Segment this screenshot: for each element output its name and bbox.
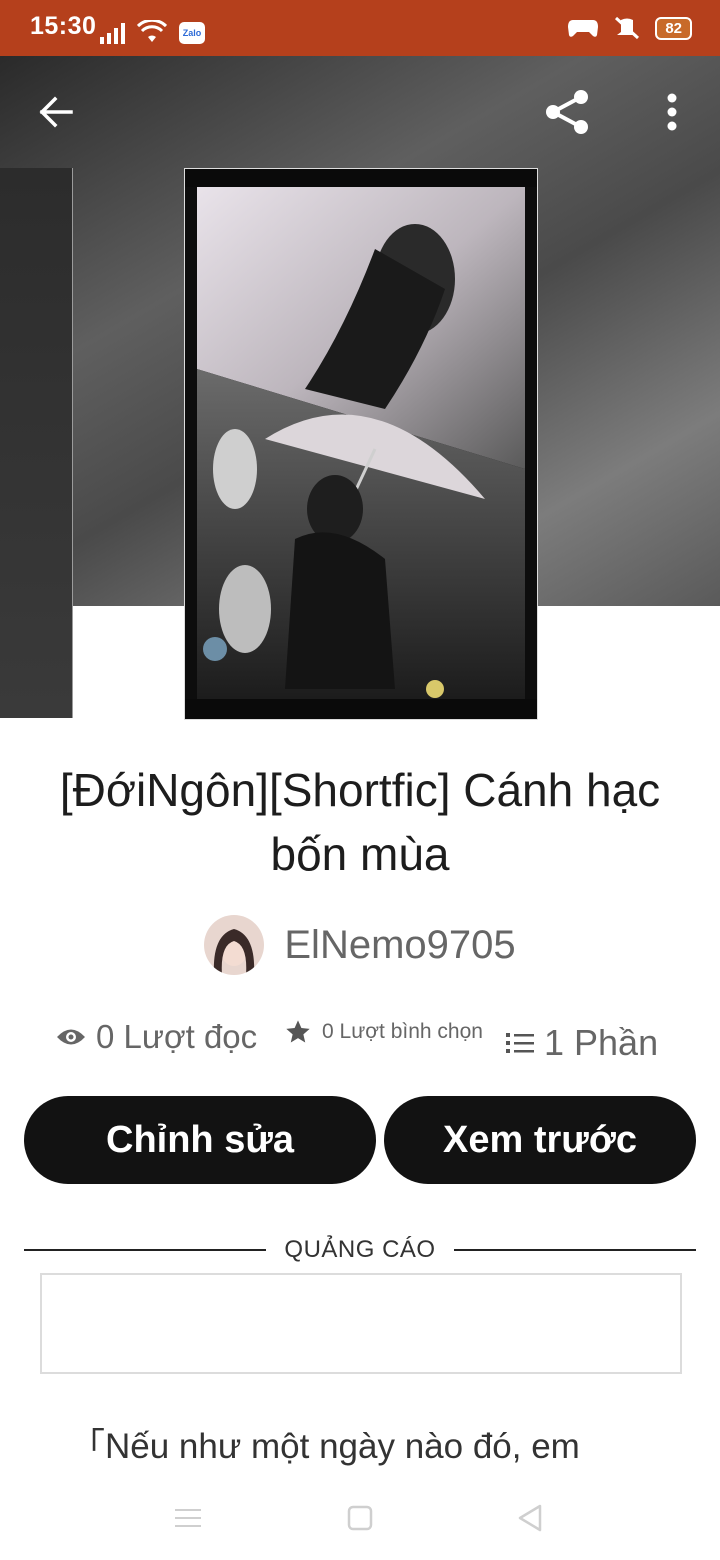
signal-icon — [100, 22, 125, 44]
back-triangle-icon — [518, 1504, 542, 1532]
preview-button[interactable]: Xem trước — [384, 1096, 696, 1184]
more-options-button[interactable] — [640, 80, 704, 144]
edit-button[interactable]: Chỉnh sửa — [24, 1096, 376, 1184]
avatar[interactable] — [204, 915, 265, 975]
story-cover[interactable] — [184, 168, 538, 720]
author-row[interactable]: ElNemo9705 — [0, 915, 720, 975]
list-icon — [506, 1033, 534, 1053]
home-nav-button[interactable] — [340, 1498, 380, 1538]
wifi-icon — [137, 20, 167, 42]
mute-vibrate-icon — [615, 16, 640, 40]
divider-line — [454, 1249, 696, 1251]
back-arrow-icon — [39, 96, 73, 128]
menu-nav-button[interactable] — [168, 1498, 208, 1538]
story-stats: 0 Lượt đọc 0 Lượt bình chọn 1 Phần — [0, 1012, 720, 1072]
reads-stat: 0 Lượt đọc — [56, 1018, 257, 1056]
status-bar: 15:30 Zalo 82 — [0, 0, 720, 56]
system-nav-bar — [0, 1480, 720, 1560]
story-title: [ĐớiNgôn][Shortfic] Cánh hạc bốn mùa — [59, 764, 661, 880]
cover-image — [185, 169, 537, 719]
share-icon — [546, 90, 588, 134]
zalo-icon: Zalo — [179, 22, 205, 44]
parts-count: 1 Phần — [544, 1022, 659, 1063]
game-icon — [568, 20, 599, 37]
back-nav-button[interactable] — [510, 1498, 550, 1538]
more-vert-icon — [667, 93, 677, 131]
battery-icon: 82 — [655, 16, 692, 40]
votes-stat: 0 Lượt bình chọn — [284, 1018, 483, 1046]
avatar-image — [204, 915, 265, 975]
reads-count: 0 Lượt đọc — [96, 1018, 258, 1055]
parts-stat: 1 Phần — [506, 1022, 658, 1064]
votes-count: 0 Lượt bình chọn — [322, 1020, 483, 1043]
share-button[interactable] — [535, 80, 599, 144]
ad-slot[interactable] — [40, 1273, 682, 1374]
status-time: 15:30 — [30, 12, 97, 40]
eye-icon — [57, 1029, 85, 1045]
story-excerpt: 「Nếu như một ngày nào đó, em — [70, 1427, 580, 1466]
back-button[interactable] — [24, 80, 88, 144]
menu-icon — [175, 1509, 201, 1527]
author-name[interactable]: ElNemo9705 — [284, 923, 515, 968]
home-square-icon — [347, 1505, 373, 1531]
previous-cover-edge[interactable] — [0, 168, 73, 718]
ad-divider: QUẢNG CÁO — [24, 1236, 696, 1266]
star-icon — [286, 1020, 310, 1043]
